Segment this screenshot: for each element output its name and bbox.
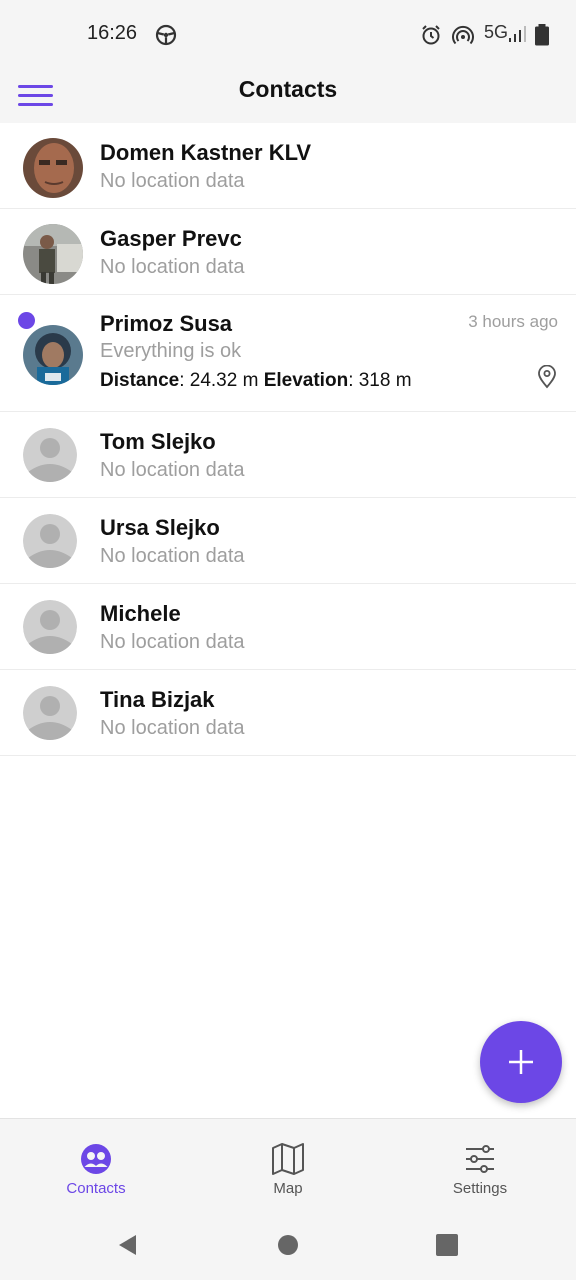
contact-name: Tina Bizjak	[100, 687, 215, 712]
contact-name: Domen Kastner KLV	[100, 140, 312, 165]
elevation-value: : 318 m	[348, 370, 412, 391]
contact-status: No location data	[100, 459, 245, 481]
contact-row[interactable]: Gasper Prevc No location data	[0, 209, 576, 295]
contact-row[interactable]: Tina Bizjak No location data	[0, 670, 576, 756]
contact-name: Ursa Slejko	[100, 515, 220, 540]
plus-icon	[509, 1050, 533, 1074]
status-time: 16:26	[87, 22, 138, 44]
home-icon[interactable]	[277, 1234, 299, 1256]
contact-status: No location data	[100, 631, 245, 653]
location-pin-icon[interactable]	[537, 365, 557, 389]
contact-status: No location data	[100, 256, 245, 278]
contacts-icon	[81, 1144, 111, 1174]
contact-row[interactable]: Primoz Susa 3 hours ago Everything is ok…	[0, 295, 576, 412]
signal-icon	[509, 26, 526, 42]
contact-time: 3 hours ago	[468, 312, 558, 331]
distance-value: : 24.32 m	[179, 370, 259, 391]
nav-map[interactable]: Map	[192, 1119, 384, 1215]
contact-name: Gasper Prevc	[100, 226, 242, 251]
hotspot-icon	[452, 25, 474, 45]
add-contact-button[interactable]	[480, 1021, 562, 1103]
contact-row[interactable]: Domen Kastner KLV No location data	[0, 123, 576, 209]
avatar-placeholder	[23, 600, 77, 654]
status-bar: 16:26 5G	[0, 0, 576, 70]
avatar	[23, 325, 83, 385]
contact-status: No location data	[100, 545, 245, 567]
settings-sliders-icon	[466, 1145, 494, 1173]
nav-label: Settings	[452, 1180, 508, 1197]
contact-row[interactable]: Ursa Slejko No location data	[0, 498, 576, 584]
recents-icon[interactable]	[436, 1234, 458, 1256]
steering-wheel-icon	[155, 24, 177, 46]
page-title: Contacts	[238, 76, 338, 102]
app-bar: Contacts	[0, 70, 576, 123]
battery-icon	[535, 24, 549, 46]
contact-name: Michele	[100, 601, 181, 626]
contact-status: Everything is ok	[100, 340, 242, 362]
back-icon[interactable]	[116, 1233, 140, 1257]
alarm-icon	[422, 25, 440, 45]
elevation-label: Elevation	[263, 370, 349, 391]
network-type: 5G	[484, 22, 509, 42]
contact-row[interactable]: Michele No location data	[0, 584, 576, 670]
contact-metrics: Distance: 24.32 m Elevation: 318 m	[100, 370, 412, 392]
contact-list: Domen Kastner KLV No location data Gaspe…	[0, 123, 576, 756]
contact-status: No location data	[100, 717, 245, 739]
system-nav-bar	[0, 1214, 576, 1280]
contact-row[interactable]: Tom Slejko No location data	[0, 412, 576, 498]
avatar-placeholder	[23, 514, 77, 568]
contact-name: Primoz Susa	[100, 311, 233, 336]
contact-name: Tom Slejko	[100, 429, 216, 454]
nav-settings[interactable]: Settings	[384, 1119, 576, 1215]
distance-label: Distance	[100, 370, 180, 391]
avatar	[23, 138, 83, 198]
nav-label: Contacts	[66, 1180, 126, 1197]
nav-contacts[interactable]: Contacts	[0, 1119, 192, 1215]
avatar	[23, 224, 83, 284]
contact-status: No location data	[100, 170, 245, 192]
nav-label: Map	[273, 1180, 303, 1197]
avatar-placeholder	[23, 686, 77, 740]
bottom-nav: Contacts Map Settings	[0, 1118, 576, 1215]
unread-indicator	[18, 312, 35, 329]
map-icon	[272, 1143, 304, 1175]
avatar-placeholder	[23, 428, 77, 482]
